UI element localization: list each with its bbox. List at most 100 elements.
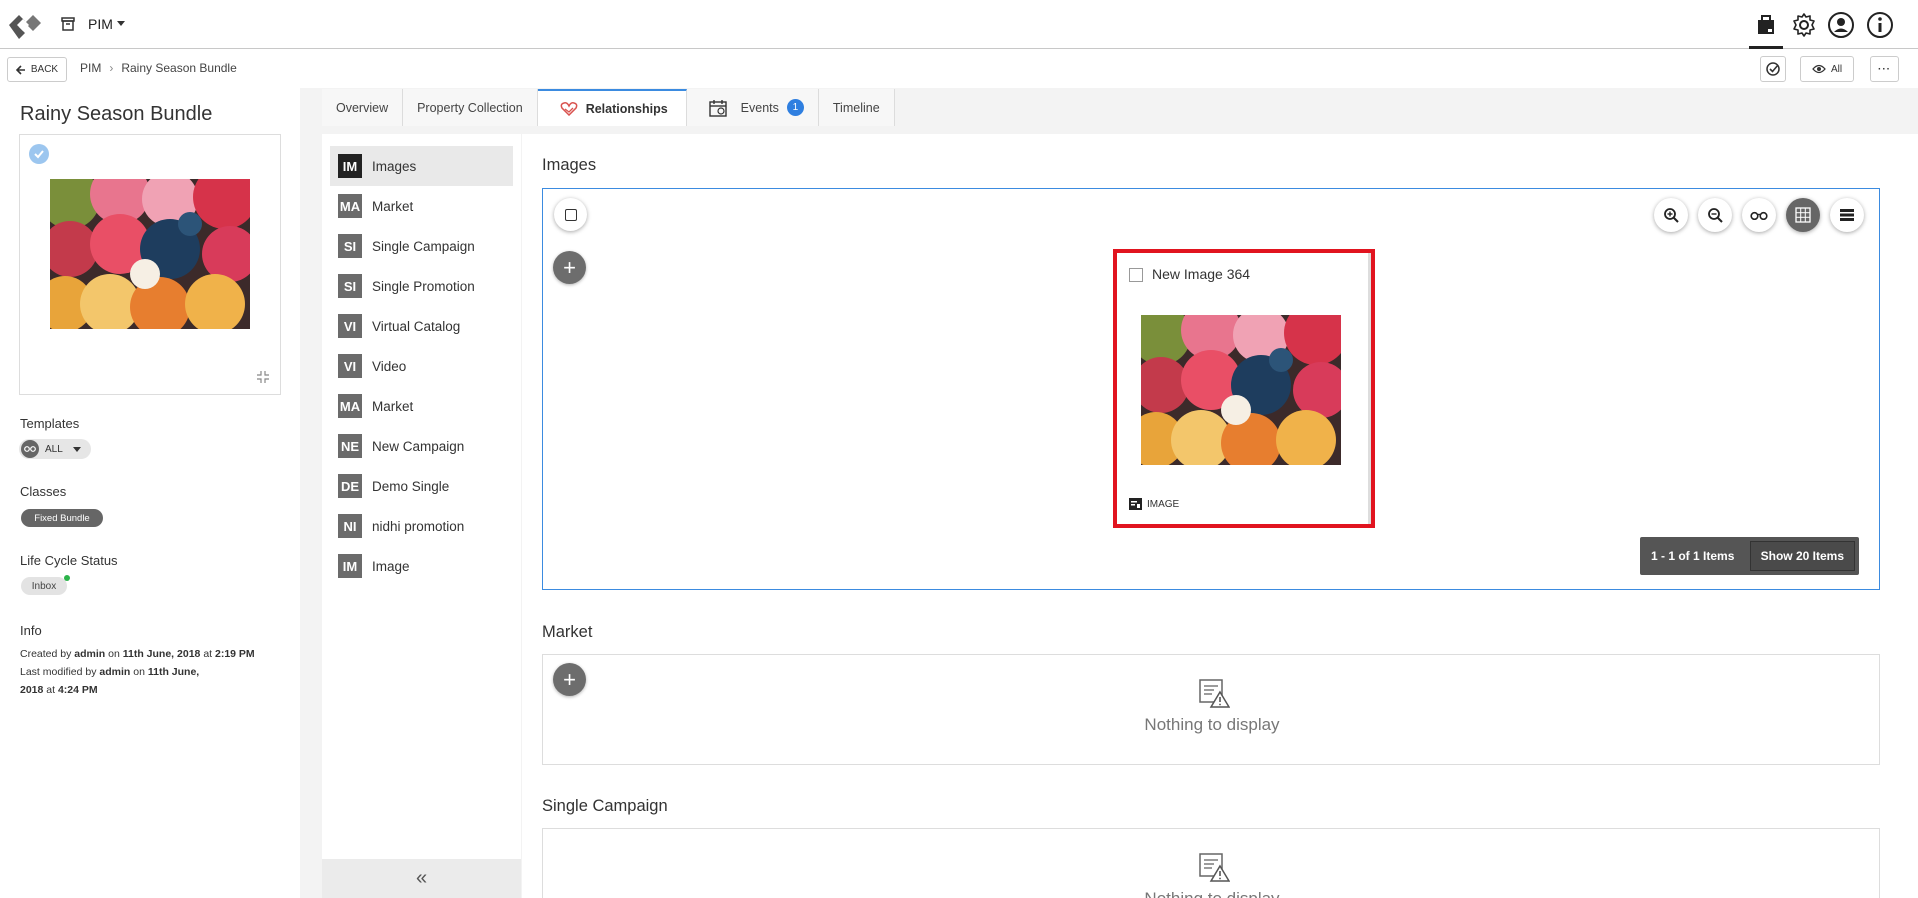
relationship-item[interactable]: DE Demo Single <box>330 466 513 506</box>
tab-label: Property Collection <box>417 100 523 115</box>
templates-select[interactable]: ALL <box>19 439 91 459</box>
single-campaign-section-title: Single Campaign <box>542 797 668 815</box>
pagination: 1 - 1 of 1 Items Show 20 Items <box>1640 537 1859 575</box>
view-filter-label: All <box>1830 63 1843 75</box>
card-title: New Image 364 <box>1152 266 1251 282</box>
template-icon <box>21 440 39 458</box>
templates-label: Templates <box>20 416 80 431</box>
breadcrumb-item[interactable]: PIM <box>80 61 101 75</box>
image-type-icon <box>1129 498 1142 510</box>
tab-label: Timeline <box>832 100 880 115</box>
breadcrumb-item: Rainy Season Bundle <box>121 61 237 75</box>
relationship-abbr: SI <box>338 274 362 298</box>
info-created: Created by admin on 11th June, 2018 at 2… <box>20 648 255 660</box>
market-section-title: Market <box>542 623 593 641</box>
empty-state-icon <box>1198 852 1230 882</box>
check-icon[interactable] <box>29 144 49 164</box>
events-count-badge: 1 <box>786 99 804 116</box>
relationship-item[interactable]: IM Image <box>330 546 513 586</box>
relationship-item[interactable]: NI nidhi promotion <box>330 506 513 546</box>
relationship-abbr: NE <box>338 434 362 458</box>
product-title: Rainy Season Bundle <box>20 103 213 125</box>
tab-property-collection[interactable]: Property Collection <box>403 89 538 126</box>
user-icon[interactable] <box>1825 9 1857 41</box>
chevron-down-icon[interactable] <box>117 21 125 26</box>
relationship-abbr: NI <box>338 514 362 538</box>
relationship-abbr: IM <box>338 154 362 178</box>
card-type: IMAGE <box>1129 498 1179 510</box>
check-badge-button[interactable] <box>1760 56 1786 82</box>
relationship-label: Images <box>372 158 417 174</box>
relationship-label: Single Promotion <box>372 278 475 294</box>
empty-message: Nothing to display <box>1144 715 1280 734</box>
empty-state-icon <box>1198 678 1230 708</box>
info-modified: Last modified by admin on 11th June, 2018… <box>20 666 200 696</box>
relationship-abbr: SI <box>338 234 362 258</box>
list-icon <box>1840 209 1854 221</box>
grid-view-button[interactable] <box>1786 198 1820 232</box>
logo-icon[interactable] <box>5 10 43 40</box>
calendar-icon <box>708 99 727 117</box>
card-type-label: IMAGE <box>1147 498 1180 510</box>
market-panel: + Nothing to display <box>542 654 1880 765</box>
tab-relationships[interactable]: Relationships <box>537 89 687 126</box>
relationship-label: Image <box>372 558 410 574</box>
add-market-button[interactable]: + <box>553 663 586 696</box>
relationship-list: IM Images MA Market SI Single Campaign SI Si… <box>322 134 521 898</box>
relationship-abbr: MA <box>338 394 362 418</box>
collapse-list-button[interactable]: « <box>322 859 521 898</box>
relationship-label: Video <box>372 358 407 374</box>
gear-icon[interactable] <box>1788 9 1820 41</box>
add-image-button[interactable]: + <box>553 251 586 284</box>
class-badge: Fixed Bundle <box>21 509 103 527</box>
glasses-icon <box>1750 211 1768 220</box>
preview-button[interactable] <box>1742 198 1776 232</box>
more-button[interactable]: ··· <box>1870 56 1899 82</box>
relationship-item[interactable]: MA Market <box>330 186 513 226</box>
tab-overview[interactable]: Overview <box>322 89 404 126</box>
grid-icon <box>1795 207 1811 223</box>
tab-label: Overview <box>336 100 389 115</box>
list-view-button[interactable] <box>1830 198 1864 232</box>
back-button[interactable]: BACK <box>7 57 67 82</box>
card-image[interactable] <box>1141 315 1341 465</box>
select-all-checkbox[interactable] <box>554 198 587 231</box>
page-size-button[interactable]: Show 20 Items <box>1749 541 1855 571</box>
product-image[interactable] <box>50 179 250 329</box>
tab-timeline[interactable]: Timeline <box>818 89 895 126</box>
lifecycle-status-badge[interactable]: Inbox <box>21 577 67 595</box>
app-switcher[interactable]: PIM <box>88 16 113 32</box>
plus-icon: + <box>563 254 576 280</box>
checkbox-icon <box>564 208 577 221</box>
relationship-item[interactable]: IM Images <box>330 146 513 186</box>
image-card[interactable]: New Image 364 IMAGE <box>1113 249 1375 528</box>
relationship-label: Single Campaign <box>372 238 475 254</box>
zoom-in-button[interactable] <box>1654 198 1688 232</box>
tab-events[interactable]: Events 1 <box>686 89 819 126</box>
relationship-item[interactable]: VI Virtual Catalog <box>330 306 513 346</box>
product-panel: Rainy Season Bundle Templates ALL Classe… <box>0 88 300 898</box>
view-filter-button[interactable]: All <box>1800 56 1854 82</box>
images-panel: + New Image 364 IMAGE 1 - 1 of 1 Items S… <box>542 188 1880 590</box>
card-checkbox[interactable] <box>1129 268 1143 282</box>
templates-value: ALL <box>45 443 63 455</box>
zoom-out-button[interactable] <box>1698 198 1732 232</box>
relationship-abbr: VI <box>338 354 362 378</box>
double-chevron-left-icon: « <box>415 867 428 889</box>
collapse-icon[interactable] <box>256 370 270 384</box>
relationship-abbr: DE <box>338 474 362 498</box>
bag-icon[interactable] <box>1750 9 1782 41</box>
info-icon[interactable] <box>1864 9 1896 41</box>
breadcrumb: PIM › Rainy Season Bundle <box>80 61 237 75</box>
relationship-item[interactable]: NE New Campaign <box>330 426 513 466</box>
relationship-item[interactable]: MA Market <box>330 386 513 426</box>
relationship-label: Virtual Catalog <box>372 318 461 334</box>
relationship-content: Images + New Image 364 IMAGE 1 - 1 of 1 … <box>522 134 1918 898</box>
relationship-item[interactable]: SI Single Campaign <box>330 226 513 266</box>
relationship-label: Market <box>372 398 414 414</box>
arrow-left-icon <box>15 64 25 75</box>
relationship-item[interactable]: SI Single Promotion <box>330 266 513 306</box>
card-scrollbar[interactable] <box>1368 253 1371 524</box>
eye-icon <box>1812 64 1826 74</box>
relationship-item[interactable]: VI Video <box>330 346 513 386</box>
